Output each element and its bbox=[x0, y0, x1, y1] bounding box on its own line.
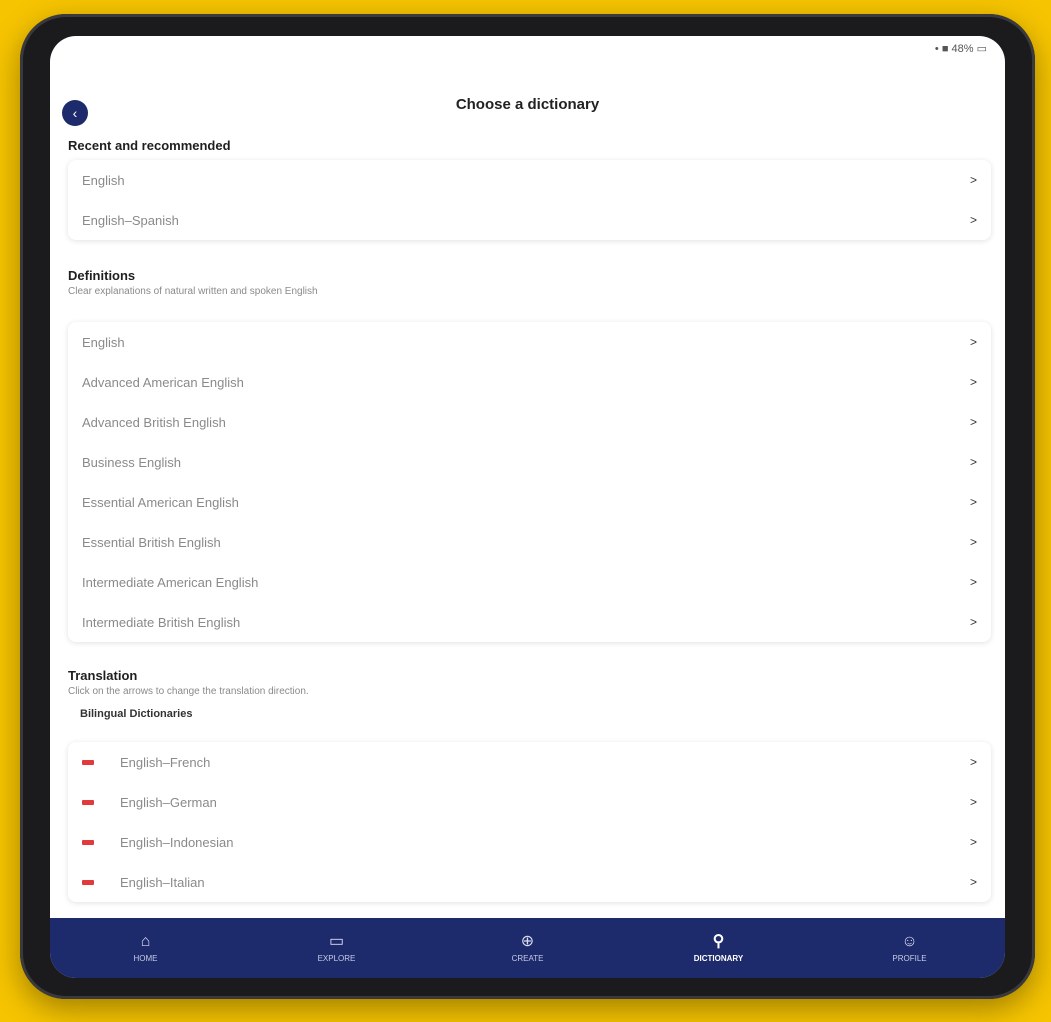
chevron-right-icon[interactable]: > bbox=[970, 875, 977, 889]
list-item-essential-american[interactable]: Essential American English > bbox=[68, 482, 991, 522]
nav-item-dictionary[interactable]: ⚲ DICTIONARY bbox=[659, 932, 779, 963]
chevron-right-icon: > bbox=[969, 415, 977, 429]
chevron-right-icon: > bbox=[969, 375, 977, 389]
list-item-label: English–Spanish bbox=[82, 212, 179, 228]
nav-item-label: CREATE bbox=[511, 953, 544, 963]
section-subtitle-translation: Click on the arrows to change the transl… bbox=[68, 686, 309, 697]
list-item-label: Advanced British English bbox=[82, 414, 226, 430]
profile-icon: ☺ bbox=[901, 932, 918, 950]
list-item-business-english[interactable]: Business English > bbox=[68, 442, 991, 482]
list-item-english-french[interactable]: English–French > bbox=[68, 742, 991, 782]
recent-card: English > English–Spanish > bbox=[68, 160, 991, 240]
chevron-right-icon: > bbox=[969, 455, 977, 469]
section-title-recent: Recent and recommended bbox=[68, 138, 231, 153]
list-item-label: Business English bbox=[82, 454, 181, 470]
chevron-right-icon: > bbox=[969, 535, 977, 549]
chevron-right-icon: > bbox=[969, 335, 977, 349]
nav-item-create[interactable]: ⊕ CREATE bbox=[468, 932, 588, 963]
bilingual-dictionaries-title: Bilingual Dictionaries bbox=[80, 708, 193, 720]
create-icon: ⊕ bbox=[520, 932, 535, 950]
list-item-label: English bbox=[82, 334, 125, 350]
translation-card: English–French > English–German > Englis… bbox=[68, 742, 991, 902]
list-item-english-indonesian[interactable]: English–Indonesian > bbox=[68, 822, 991, 862]
list-item-label: English–French bbox=[120, 754, 211, 770]
page-title: Choose a dictionary bbox=[455, 96, 600, 113]
explore-icon: ▭ bbox=[328, 932, 345, 950]
list-item-label: Essential American English bbox=[82, 494, 239, 510]
list-item-recent-english-spanish[interactable]: English–Spanish > bbox=[68, 200, 991, 240]
chevron-right-icon[interactable]: > bbox=[970, 755, 977, 769]
list-item-label: Intermediate American English bbox=[82, 574, 259, 590]
chevron-right-icon: > bbox=[969, 213, 977, 227]
chevron-right-icon: > bbox=[969, 615, 977, 629]
chevron-right-icon[interactable]: > bbox=[970, 795, 977, 809]
app-screen: • ■ 48% ▭ ‹ Choose a dictionary Recent a… bbox=[50, 36, 1005, 978]
list-item-english-german[interactable]: English–German > bbox=[68, 782, 991, 822]
list-item-essential-british[interactable]: Essential British English > bbox=[68, 522, 991, 562]
flag-icon bbox=[82, 799, 94, 805]
search-icon: ⚲ bbox=[712, 932, 725, 950]
nav-item-label: HOME bbox=[133, 953, 158, 963]
list-item-english-italian[interactable]: English–Italian > bbox=[68, 862, 991, 902]
nav-item-label: DICTIONARY bbox=[693, 953, 744, 963]
nav-item-label: EXPLORE bbox=[317, 953, 356, 963]
nav-item-explore[interactable]: ▭ EXPLORE bbox=[277, 932, 397, 963]
list-item-label: Advanced American English bbox=[82, 374, 244, 390]
flag-icon bbox=[82, 879, 94, 885]
list-item-label: Intermediate British English bbox=[82, 614, 241, 630]
nav-item-home[interactable]: ⌂ HOME bbox=[86, 932, 206, 963]
section-subtitle-definitions: Clear explanations of natural written an… bbox=[68, 286, 318, 297]
list-item-advanced-american[interactable]: Advanced American English > bbox=[68, 362, 991, 402]
list-item-intermediate-british[interactable]: Intermediate British English > bbox=[68, 602, 991, 642]
chevron-right-icon: > bbox=[969, 575, 977, 589]
bottom-nav: ⌂ HOME ▭ EXPLORE ⊕ CREATE ⚲ DICTIONARY ☺… bbox=[50, 918, 1005, 978]
list-item-advanced-british[interactable]: Advanced British English > bbox=[68, 402, 991, 442]
list-item-intermediate-american[interactable]: Intermediate American English > bbox=[68, 562, 991, 602]
section-title-definitions: Definitions bbox=[68, 268, 136, 283]
chevron-right-icon: > bbox=[969, 173, 977, 187]
tablet-frame: • ■ 48% ▭ ‹ Choose a dictionary Recent a… bbox=[20, 14, 1035, 999]
flag-icon bbox=[82, 839, 94, 845]
definitions-card: English > Advanced American English > Ad… bbox=[68, 322, 991, 642]
list-item-label: English–Indonesian bbox=[120, 834, 234, 850]
list-item-definitions-english[interactable]: English > bbox=[68, 322, 991, 362]
status-bar: • ■ 48% ▭ bbox=[934, 43, 987, 55]
list-item-label: English bbox=[82, 172, 125, 188]
chevron-right-icon: > bbox=[969, 495, 977, 509]
list-item-label: Essential British English bbox=[82, 534, 221, 550]
home-icon: ⌂ bbox=[140, 932, 151, 950]
list-item-label: English–Italian bbox=[120, 874, 205, 890]
section-title-translation: Translation bbox=[68, 668, 138, 683]
list-item-label: English–German bbox=[120, 794, 217, 810]
flag-icon bbox=[82, 759, 94, 765]
nav-item-profile[interactable]: ☺ PROFILE bbox=[850, 932, 970, 963]
nav-item-label: PROFILE bbox=[892, 953, 927, 963]
chevron-right-icon[interactable]: > bbox=[970, 835, 977, 849]
list-item-recent-english[interactable]: English > bbox=[68, 160, 991, 200]
